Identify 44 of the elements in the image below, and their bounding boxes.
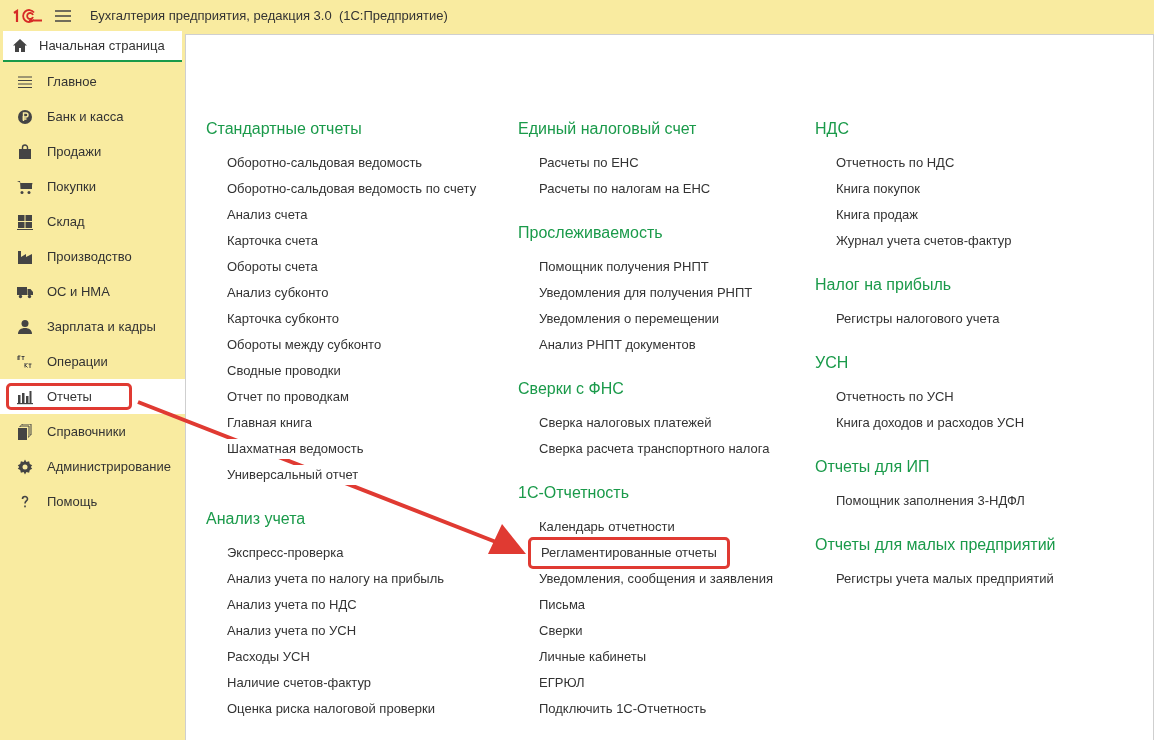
logo-icon (12, 8, 42, 23)
factory-icon (17, 248, 33, 265)
menu-icon (17, 73, 33, 90)
sidebar-item[interactable]: Операции (0, 344, 185, 379)
window-title: Бухгалтерия предприятия, редакция 3.0 (1С:Предприятие) (90, 6, 448, 25)
sidebar-item[interactable]: ОС и НМА (0, 274, 185, 309)
section-heading: Единый налоговый счет (518, 119, 698, 139)
sidebar-item[interactable]: Справочники (0, 414, 185, 449)
home-icon (13, 39, 27, 52)
report-link[interactable]: Регламентированные отчеты (528, 537, 730, 569)
section-heading: 1С-Отчетность (518, 483, 630, 503)
section-heading: НДС (815, 119, 850, 139)
report-link[interactable]: Шахматная ведомость (227, 439, 364, 459)
person-icon (17, 318, 33, 335)
settings-icon (17, 458, 33, 475)
shopping-bag-icon (17, 143, 33, 160)
sidebar-item[interactable]: Зарплата и кадры (0, 309, 185, 344)
sidebar-item[interactable]: Банк и касса (0, 99, 185, 134)
section-heading: Прослеживаемость (518, 223, 664, 243)
section-heading: Сверки с ФНС (518, 379, 625, 399)
section-heading: Стандартные отчеты (206, 119, 363, 139)
sidebar-item[interactable]: Отчеты (0, 379, 185, 414)
section-heading: Налог на прибыль (815, 275, 953, 295)
home-tab[interactable]: Начальная страница (3, 31, 182, 62)
sidebar-item[interactable]: Помощь (0, 484, 185, 519)
cart-icon (17, 178, 33, 195)
sidebar-item[interactable]: Продажи (0, 134, 185, 169)
sidebar-item[interactable]: Склад (0, 204, 185, 239)
sidebar-item[interactable]: Покупки (0, 169, 185, 204)
section-heading: Отчеты для ИП (815, 457, 931, 477)
section-heading: Отчеты для малых предприятий (815, 535, 1057, 555)
section-heading: Анализ учета (206, 509, 307, 529)
section-heading: УСН (815, 353, 850, 373)
grid-icon (17, 213, 33, 230)
sidebar-item[interactable]: Главное (0, 64, 185, 99)
books-icon (17, 423, 33, 440)
bar-chart-icon (17, 388, 33, 405)
sidebar-item[interactable]: Производство (0, 239, 185, 274)
menu-icon (55, 9, 71, 22)
report-link[interactable]: Универсальный отчет (227, 465, 359, 485)
sidebar-item[interactable]: Администрирование (0, 449, 185, 484)
ruble-coin-icon (17, 108, 33, 125)
debit-credit-icon (17, 353, 33, 370)
menu-button[interactable] (54, 7, 72, 24)
